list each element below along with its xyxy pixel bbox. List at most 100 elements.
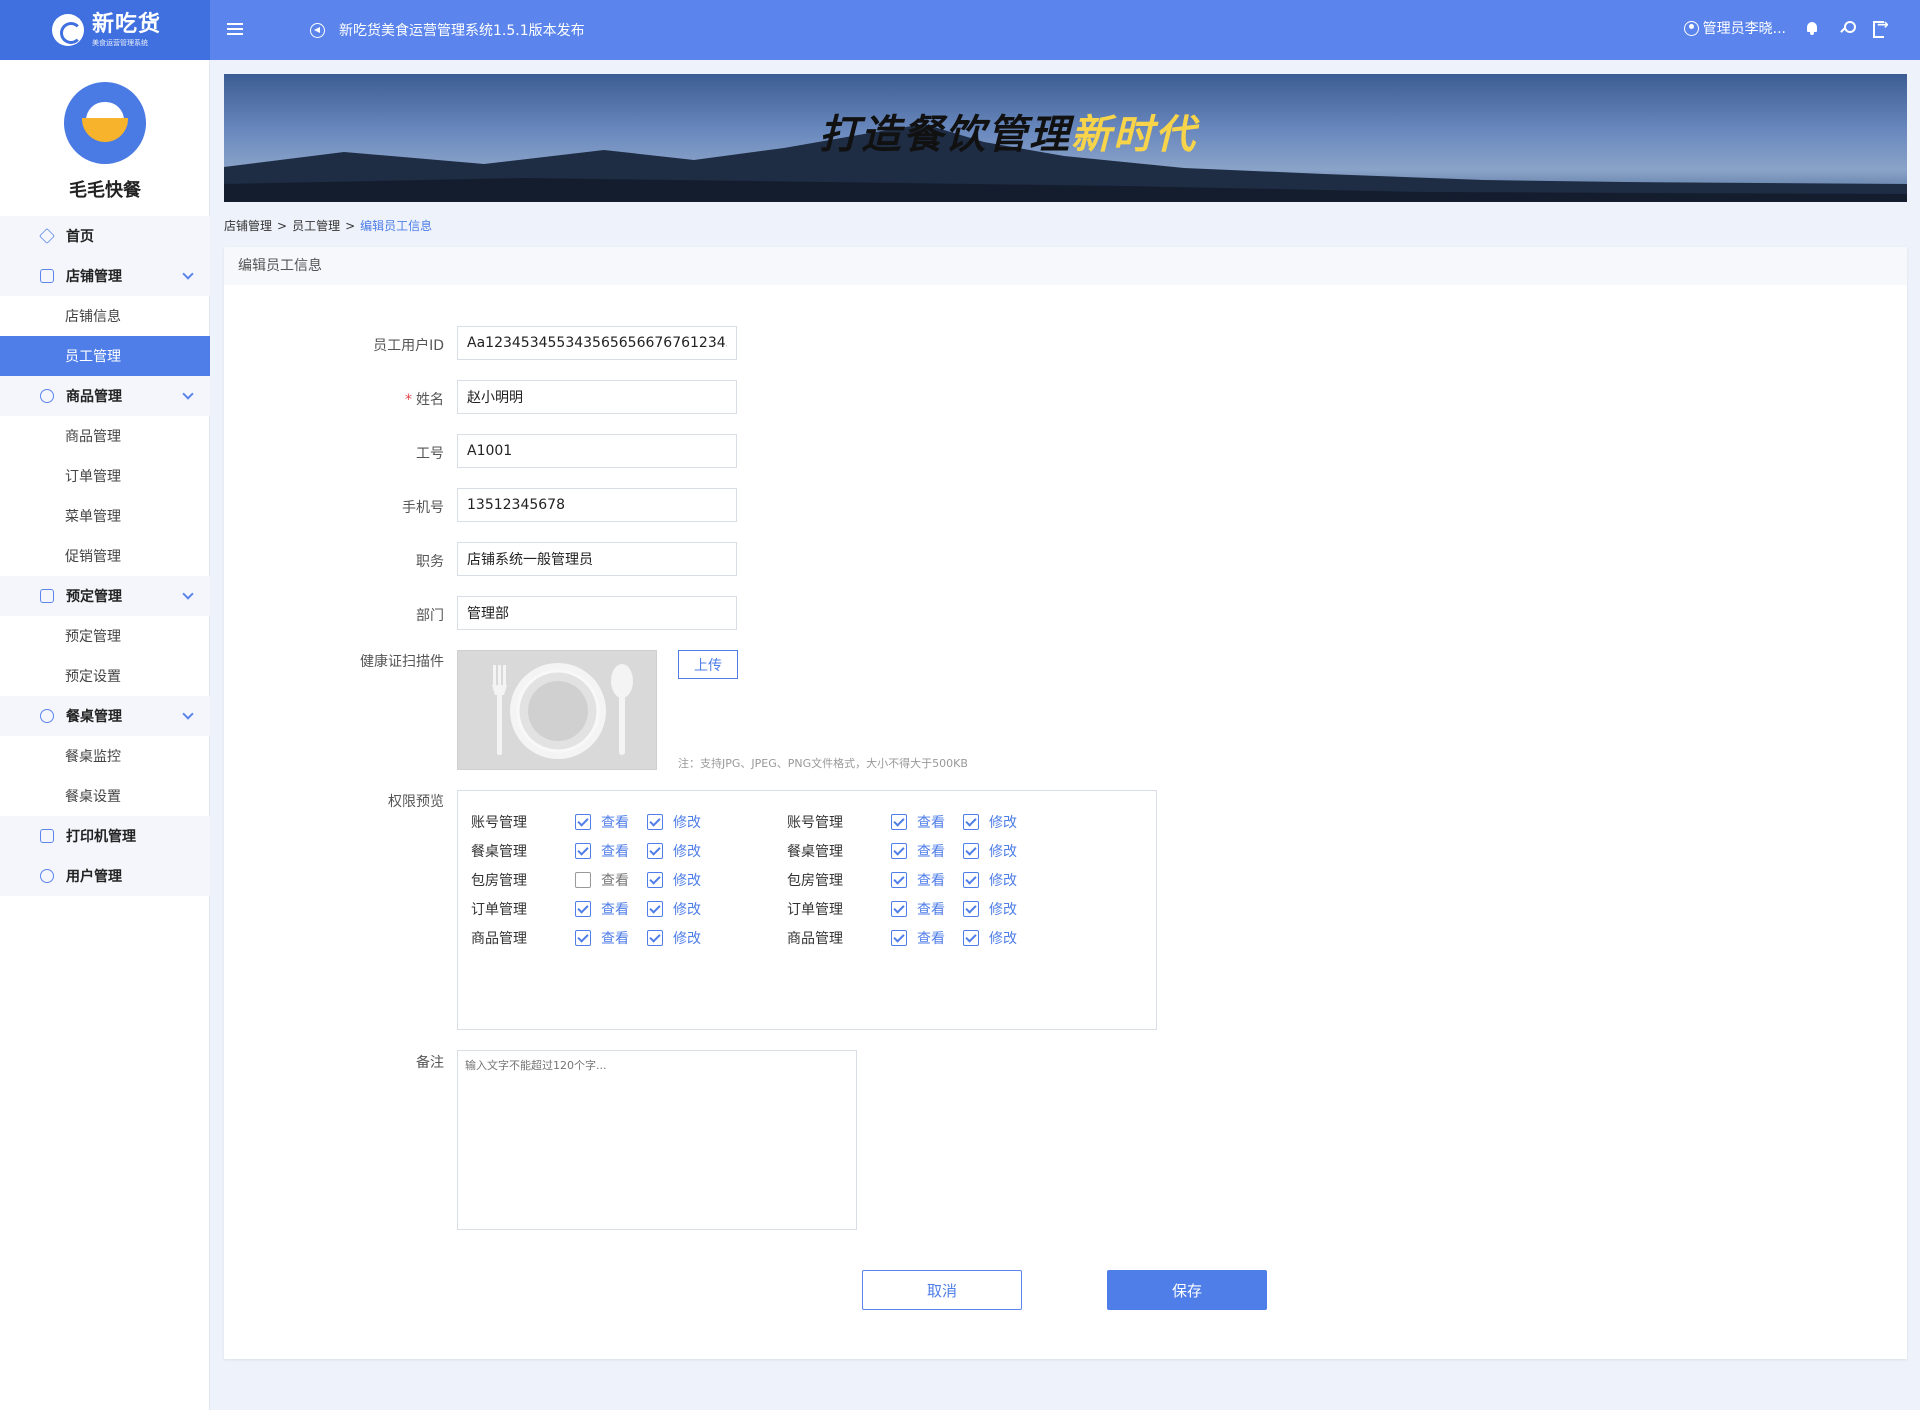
checkbox-label: 修改	[989, 930, 1017, 947]
user-name: 管理员李晓...	[1702, 21, 1786, 37]
permission-view-checkbox[interactable]: 查看	[575, 812, 629, 832]
sidebar-item-12[interactable]: 餐桌管理	[0, 696, 210, 736]
permission-edit-checkbox[interactable]: 修改	[647, 899, 701, 919]
checkbox-label: 修改	[989, 901, 1017, 918]
sidebar-item-4[interactable]: 商品管理	[0, 376, 210, 416]
sidebar-item-10[interactable]: 预定管理	[0, 616, 210, 656]
checkbox-icon[interactable]	[647, 900, 663, 917]
permission-view-checkbox[interactable]: 查看	[891, 899, 945, 919]
permission-view-checkbox[interactable]: 查看	[575, 870, 629, 890]
breadcrumb-staff[interactable]: 员工管理	[292, 219, 340, 233]
position-field[interactable]	[457, 542, 737, 576]
checkbox-icon[interactable]	[963, 871, 979, 888]
sidebar-item-1[interactable]: 店铺管理	[0, 256, 210, 296]
checkbox-icon[interactable]	[891, 900, 907, 917]
bell-icon[interactable]	[1804, 20, 1820, 36]
breadcrumb-store[interactable]: 店铺管理	[224, 219, 272, 233]
sidebar-item-14[interactable]: 餐桌设置	[0, 776, 210, 816]
job-no-field[interactable]	[457, 434, 737, 468]
sidebar-item-8[interactable]: 促销管理	[0, 536, 210, 576]
permission-edit-checkbox[interactable]: 修改	[647, 841, 701, 861]
checkbox-icon[interactable]	[575, 900, 591, 917]
notice-text: 新吃货美食运营管理系统1.5.1版本发布	[339, 23, 585, 39]
permission-edit-checkbox[interactable]: 修改	[963, 812, 1017, 832]
menu-toggle-icon[interactable]	[227, 20, 243, 40]
checkbox-icon[interactable]	[575, 842, 591, 859]
phone-field[interactable]	[457, 488, 737, 522]
sidebar-item-5[interactable]: 商品管理	[0, 416, 210, 456]
sidebar-item-13[interactable]: 餐桌监控	[0, 736, 210, 776]
health-cert-preview	[457, 650, 657, 770]
permission-view-checkbox[interactable]: 查看	[891, 841, 945, 861]
sidebar-item-0[interactable]: 首页	[0, 216, 210, 256]
department-field[interactable]	[457, 596, 737, 630]
chevron-down-icon[interactable]	[182, 588, 194, 600]
permission-edit-checkbox[interactable]: 修改	[963, 899, 1017, 919]
checkbox-label: 修改	[989, 872, 1017, 889]
remark-textarea[interactable]	[457, 1050, 857, 1230]
logout-icon[interactable]	[1872, 17, 1889, 38]
checkbox-icon[interactable]	[575, 813, 591, 830]
health-cert-label: 健康证扫描件	[360, 654, 444, 670]
sidebar-item-label: 商品管理	[65, 429, 121, 445]
name-field[interactable]	[457, 380, 737, 414]
banner-slogan: 打造餐饮管理新时代	[819, 111, 1197, 158]
checkbox-label: 修改	[673, 901, 701, 918]
checkbox-icon[interactable]	[891, 871, 907, 888]
permission-view-checkbox[interactable]: 查看	[575, 928, 629, 948]
sidebar-item-9[interactable]: 预定管理	[0, 576, 210, 616]
sidebar-item-16[interactable]: 用户管理	[0, 856, 210, 896]
user-id-field[interactable]	[457, 326, 737, 360]
checkbox-icon[interactable]	[891, 842, 907, 859]
sidebar-item-7[interactable]: 菜单管理	[0, 496, 210, 536]
logo-subtitle: 美食运营管理系统	[92, 38, 148, 47]
checkbox-icon[interactable]	[891, 929, 907, 946]
sidebar-item-11[interactable]: 预定设置	[0, 656, 210, 696]
key-icon[interactable]	[1838, 20, 1856, 36]
permission-view-checkbox[interactable]: 查看	[891, 928, 945, 948]
permission-view-checkbox[interactable]: 查看	[575, 899, 629, 919]
sidebar-item-label: 店铺信息	[65, 309, 121, 325]
checkbox-icon[interactable]	[647, 871, 663, 888]
checkbox-icon[interactable]	[575, 871, 591, 888]
checkbox-label: 查看	[601, 843, 629, 860]
checkbox-icon[interactable]	[963, 929, 979, 946]
checkbox-icon[interactable]	[647, 842, 663, 859]
job-no-label: 工号	[416, 446, 444, 462]
cancel-button[interactable]: 取消	[862, 1270, 1022, 1310]
checkbox-icon[interactable]	[963, 842, 979, 859]
permission-view-checkbox[interactable]: 查看	[575, 841, 629, 861]
checkbox-label: 查看	[917, 843, 945, 860]
checkbox-icon[interactable]	[963, 813, 979, 830]
goods-icon	[40, 389, 54, 403]
user-menu[interactable]: 管理员李晓...	[1683, 18, 1786, 38]
chevron-down-icon[interactable]	[182, 268, 194, 280]
sidebar-item-2[interactable]: 店铺信息	[0, 296, 210, 336]
permission-edit-checkbox[interactable]: 修改	[647, 870, 701, 890]
checkbox-label: 查看	[917, 901, 945, 918]
checkbox-icon[interactable]	[891, 813, 907, 830]
app-logo[interactable]: 新吃货 美食运营管理系统	[0, 0, 210, 60]
chevron-down-icon[interactable]	[182, 708, 194, 720]
checkbox-icon[interactable]	[963, 900, 979, 917]
sidebar-item-15[interactable]: 打印机管理	[0, 816, 210, 856]
save-button[interactable]: 保存	[1107, 1270, 1267, 1310]
checkbox-icon[interactable]	[575, 929, 591, 946]
upload-button[interactable]: 上传	[678, 650, 738, 679]
sidebar-item-label: 菜单管理	[65, 509, 121, 525]
permission-edit-checkbox[interactable]: 修改	[963, 928, 1017, 948]
sidebar-item-6[interactable]: 订单管理	[0, 456, 210, 496]
sidebar-item-label: 员工管理	[65, 349, 121, 365]
system-notice[interactable]: 新吃货美食运营管理系统1.5.1版本发布	[310, 20, 585, 40]
permission-edit-checkbox[interactable]: 修改	[963, 870, 1017, 890]
permission-edit-checkbox[interactable]: 修改	[647, 812, 701, 832]
sidebar-item-3[interactable]: 员工管理	[0, 336, 210, 376]
permission-view-checkbox[interactable]: 查看	[891, 870, 945, 890]
checkbox-icon[interactable]	[647, 813, 663, 830]
chevron-down-icon[interactable]	[182, 388, 194, 400]
sidebar-item-label: 首页	[66, 229, 94, 245]
checkbox-icon[interactable]	[647, 929, 663, 946]
permission-edit-checkbox[interactable]: 修改	[963, 841, 1017, 861]
permission-view-checkbox[interactable]: 查看	[891, 812, 945, 832]
permission-edit-checkbox[interactable]: 修改	[647, 928, 701, 948]
